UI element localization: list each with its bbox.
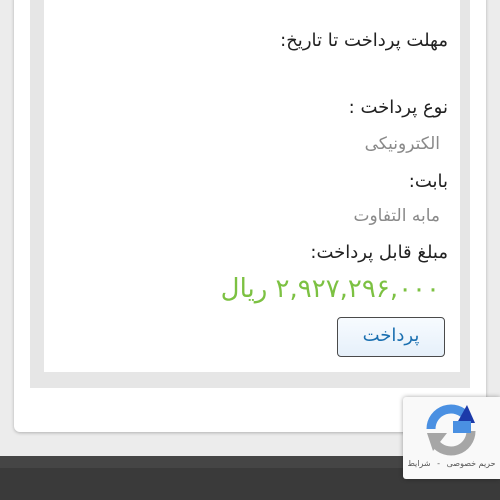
amount-label: مبلغ قابل پرداخت:	[310, 242, 448, 263]
page: مهلت پرداخت تا تاریخ: نوع پرداخت : الکتر…	[0, 0, 500, 500]
recaptcha-icon	[426, 404, 476, 456]
payment-type-label: نوع پرداخت :	[348, 97, 448, 118]
due-date-label: مهلت پرداخت تا تاریخ:	[280, 30, 448, 51]
recaptcha-badge[interactable]: حریم خصوصی - شرایط	[403, 397, 500, 479]
amount-value: ۲,۹۲۷,۲۹۶,۰۰۰ ریال	[220, 274, 440, 304]
recaptcha-privacy-link[interactable]: حریم خصوصی	[447, 459, 496, 468]
recaptcha-separator: -	[437, 459, 441, 468]
pay-button[interactable]: پرداخت	[337, 317, 445, 357]
payment-for-value: مابه التفاوت	[353, 206, 440, 226]
payment-for-label: بابت:	[408, 171, 448, 192]
recaptcha-terms-link[interactable]: شرایط	[407, 459, 430, 468]
recaptcha-links: حریم خصوصی - شرایط	[403, 459, 500, 468]
payment-type-value: الکترونیکی	[364, 134, 440, 154]
